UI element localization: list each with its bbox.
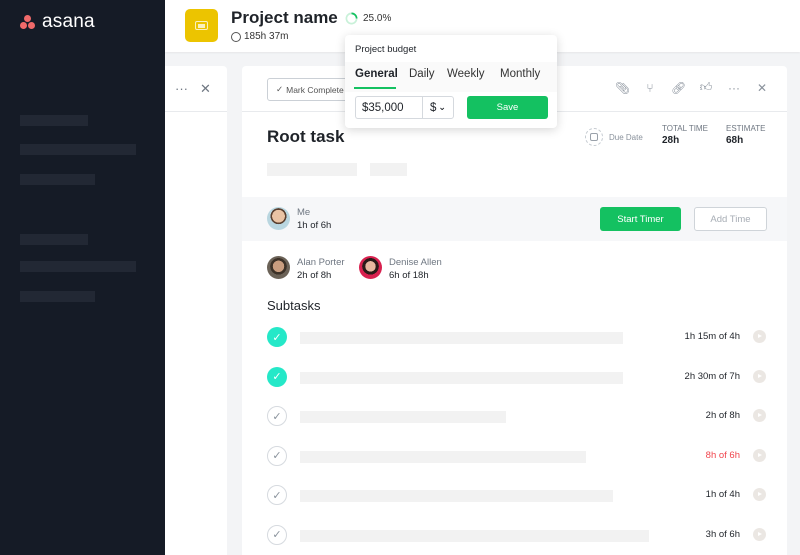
play-timer-icon[interactable] [753,330,766,343]
person-time: 1h of 6h [297,220,332,231]
mark-complete-label: Mark Complete [286,84,344,95]
sidebar-placeholder-item [20,234,88,245]
task-detail-panel: ✓ Mark Complete 📎︎ ⑂ 🔗︎ 👍︎ ··· ✕ Root ta… [242,66,787,555]
tab-weekly[interactable]: Weekly [447,68,485,80]
sidebar-placeholder-item [20,115,88,126]
active-tab-indicator [354,87,396,89]
sidebar: asana [0,0,165,555]
clock-icon [231,31,241,42]
subtask-row[interactable]: ✓ 2h of 8h [242,402,787,430]
time-tracked-value: 185h 37m [244,31,289,42]
asana-logo-icon [20,15,36,29]
incomplete-check-icon[interactable]: ✓ [267,406,287,426]
due-date-label: Due Date [609,132,643,142]
more-options-icon[interactable]: ··· [175,81,188,96]
like-icon[interactable]: 👍︎ [699,80,713,95]
sidebar-placeholder-item [20,261,136,272]
sidebar-placeholder-item [20,174,95,185]
subtask-icon[interactable]: ⑂ [643,81,657,95]
close-icon[interactable]: ✕ [200,81,211,97]
completed-check-icon[interactable]: ✓ [267,327,287,347]
popover-title: Project budget [355,44,417,55]
avatar [267,256,290,279]
brand-name: asana [42,11,95,32]
play-timer-icon[interactable] [753,409,766,422]
subtask-time: 1h 15m of 4h [684,331,740,342]
project-title: Project name [231,8,338,27]
subtasks-heading: Subtasks [267,298,321,313]
currency-select[interactable]: $ ⌄ [422,96,454,119]
avatar [359,256,382,279]
close-icon[interactable]: ✕ [755,81,769,95]
description-placeholder [267,163,357,176]
task-title[interactable]: Root task [267,127,344,147]
total-time-label: TOTAL TIME [662,124,708,133]
budget-amount-input[interactable] [355,96,422,119]
subtask-name-placeholder [300,450,586,463]
tab-monthly[interactable]: Monthly [500,68,540,80]
left-panel: ··· ✕ [165,66,227,555]
start-timer-button[interactable]: Start Timer [600,207,681,231]
project-progress[interactable]: 25.0% [345,12,391,25]
subtask-name-placeholder [300,529,649,542]
incomplete-check-icon[interactable]: ✓ [267,485,287,505]
sidebar-placeholder-item [20,144,136,155]
incomplete-check-icon[interactable]: ✓ [267,445,287,466]
estimate: ESTIMATE 68h [726,124,765,146]
incomplete-check-icon[interactable]: ✓ [267,524,287,545]
board-icon [195,21,208,30]
play-timer-icon[interactable] [753,448,766,462]
total-time: TOTAL TIME 28h [662,124,708,146]
project-budget-popover: Project budget General Daily Weekly Mont… [345,35,557,128]
asana-logo[interactable]: asana [20,11,95,33]
check-icon: ✓ [276,84,284,94]
play-timer-icon[interactable] [753,488,766,501]
subtask-time: 8h of 6h [705,449,740,461]
project-time-tracked: 185h 37m [231,31,288,42]
play-timer-icon[interactable] [753,527,766,541]
more-options-icon[interactable]: ··· [727,81,741,95]
subtask-time: 1h of 4h [705,489,740,500]
person-name: Me [297,207,311,218]
completed-check-icon[interactable]: ✓ [267,366,287,387]
estimate-label: ESTIMATE [726,124,766,133]
subtask-row[interactable]: ✓ 1h 15m of 4h [242,323,787,351]
mark-complete-button[interactable]: ✓ Mark Complete [267,78,353,101]
person-time: 2h of 8h [297,270,332,281]
subtask-time: 2h of 8h [705,410,740,421]
my-time-row: Me 1h of 6h Start Timer Add Time [242,197,787,241]
person-name: Denise Allen [389,257,442,268]
subtask-row[interactable]: ✓ 1h of 4h [242,481,787,509]
due-date-picker[interactable]: Due Date [585,128,643,146]
subtask-name-placeholder [300,332,623,344]
calendar-icon [585,128,603,146]
person-name: Alan Porter [297,257,345,268]
subtask-row[interactable]: ✓ 8h of 6h [242,442,787,470]
tab-daily[interactable]: Daily [409,68,435,80]
attachment-icon[interactable]: 📎︎ [615,81,630,95]
total-time-value: 28h [662,135,680,146]
tab-general[interactable]: General [355,68,398,80]
person-time: 6h of 18h [389,270,429,281]
subtask-name-placeholder [300,411,506,423]
estimate-value[interactable]: 68h [726,135,765,146]
subtask-name-placeholder [300,371,623,384]
subtask-name-placeholder [300,490,613,502]
sidebar-placeholder-item [20,291,95,302]
subtask-row[interactable]: ✓ 3h of 6h [242,521,787,549]
description-placeholder [370,163,407,176]
project-icon[interactable] [185,9,218,42]
play-timer-icon[interactable] [753,369,766,383]
avatar-me [267,207,290,230]
save-budget-button[interactable]: Save [467,96,548,119]
progress-percent: 25.0% [363,13,392,24]
chevron-down-icon: ⌄ [438,102,446,112]
currency-value: $ [430,101,437,114]
subtask-time: 2h 30m of 7h [684,370,740,382]
subtask-row[interactable]: ✓ 2h 30m of 7h [242,363,787,391]
link-icon[interactable]: 🔗︎ [671,81,686,95]
subtask-time: 3h of 6h [705,528,740,540]
add-time-button[interactable]: Add Time [694,207,767,231]
progress-ring-icon [345,12,358,25]
